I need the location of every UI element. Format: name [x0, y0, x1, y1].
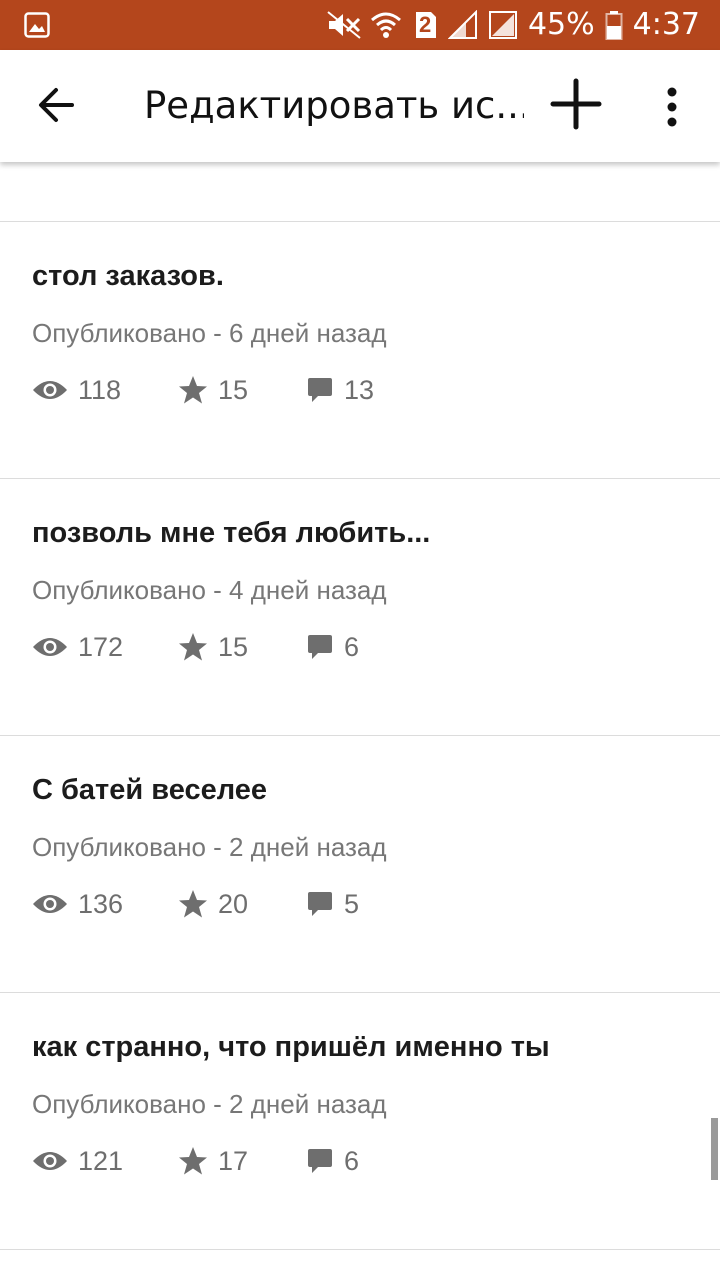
votes-count: 20: [218, 888, 249, 919]
story-published: Опубликовано - 2 дней назад: [32, 832, 387, 862]
sim-number: 2: [418, 12, 432, 37]
sim-icon: 2: [414, 10, 438, 40]
story-title: С батей веселее: [32, 774, 268, 806]
comments-stat: 5: [306, 889, 406, 920]
star-icon: [178, 889, 208, 919]
votes-stat: 17: [178, 1146, 306, 1177]
comments-count: 6: [344, 1145, 360, 1176]
story-published: Опубликовано - 6 дней назад: [32, 318, 387, 348]
eye-icon: [32, 635, 68, 659]
views-count: 118: [78, 374, 122, 405]
eye-icon: [32, 1149, 68, 1173]
signal-icon: [447, 9, 478, 40]
app-bar: Редактировать ис...: [0, 50, 720, 162]
comments-count: 6: [344, 631, 360, 662]
comment-icon: [306, 633, 334, 661]
comments-stat: 6: [306, 632, 406, 663]
back-button[interactable]: [34, 82, 80, 128]
story-item[interactable]: как странно, что пришёл именно ты Опубли…: [0, 993, 720, 1250]
star-icon: [178, 375, 208, 405]
story-stats: 121 17 6: [32, 1141, 406, 1181]
eye-icon: [32, 378, 68, 402]
plus-icon: [550, 78, 602, 130]
story-title: позволь мне тебя любить...: [32, 517, 431, 549]
comments-stat: 6: [306, 1146, 406, 1177]
status-bar: 2 45% 4:37: [0, 0, 720, 50]
story-list: стол заказов. Опубликовано - 6 дней наза…: [0, 162, 720, 1250]
clock: 4:37: [632, 7, 700, 42]
views-count: 136: [78, 888, 124, 919]
battery-percent: 45%: [527, 7, 595, 42]
story-item[interactable]: С батей веселее Опубликовано - 2 дней на…: [0, 736, 720, 993]
battery-icon: [605, 10, 623, 40]
gallery-icon: [24, 12, 50, 38]
comments-count: 5: [344, 888, 360, 919]
views-count: 121: [78, 1145, 124, 1176]
comment-icon: [306, 1147, 334, 1175]
story-item[interactable]: стол заказов. Опубликовано - 6 дней наза…: [0, 222, 720, 479]
comments-stat: 13: [306, 375, 406, 406]
scrollbar-thumb[interactable]: [711, 1118, 718, 1180]
story-item[interactable]: позволь мне тебя любить... Опубликовано …: [0, 479, 720, 736]
add-story-button[interactable]: [548, 76, 604, 132]
signal-off-icon: [488, 10, 518, 40]
votes-stat: 15: [178, 375, 306, 406]
votes-count: 17: [218, 1145, 249, 1176]
views-count: 172: [78, 631, 124, 662]
story-published: Опубликовано - 2 дней назад: [32, 1089, 387, 1119]
story-stats: 172 15 6: [32, 627, 406, 667]
story-stats: 136 20 5: [32, 884, 406, 924]
wifi-icon: [370, 10, 404, 40]
list-top-spacer: [0, 162, 720, 222]
page-title: Редактировать ис...: [144, 84, 524, 127]
views-stat: 118: [32, 375, 178, 406]
arrow-left-icon: [39, 88, 74, 122]
mute-icon: [326, 10, 361, 40]
star-icon: [178, 632, 208, 662]
more-vert-icon: [667, 87, 677, 127]
views-stat: 121: [32, 1146, 178, 1177]
votes-stat: 20: [178, 889, 306, 920]
views-stat: 172: [32, 632, 178, 663]
comments-count: 13: [344, 374, 375, 405]
eye-icon: [32, 892, 68, 916]
story-title: как странно, что пришёл именно ты: [32, 1031, 550, 1063]
story-published: Опубликовано - 4 дней назад: [32, 575, 387, 605]
votes-count: 15: [218, 631, 249, 662]
comment-icon: [306, 890, 334, 918]
more-options-button[interactable]: [656, 84, 688, 130]
comment-icon: [306, 376, 334, 404]
views-stat: 136: [32, 889, 178, 920]
story-stats: 118 15 13: [32, 370, 406, 410]
votes-stat: 15: [178, 632, 306, 663]
votes-count: 15: [218, 374, 249, 405]
star-icon: [178, 1146, 208, 1176]
story-title: стол заказов.: [32, 260, 224, 292]
